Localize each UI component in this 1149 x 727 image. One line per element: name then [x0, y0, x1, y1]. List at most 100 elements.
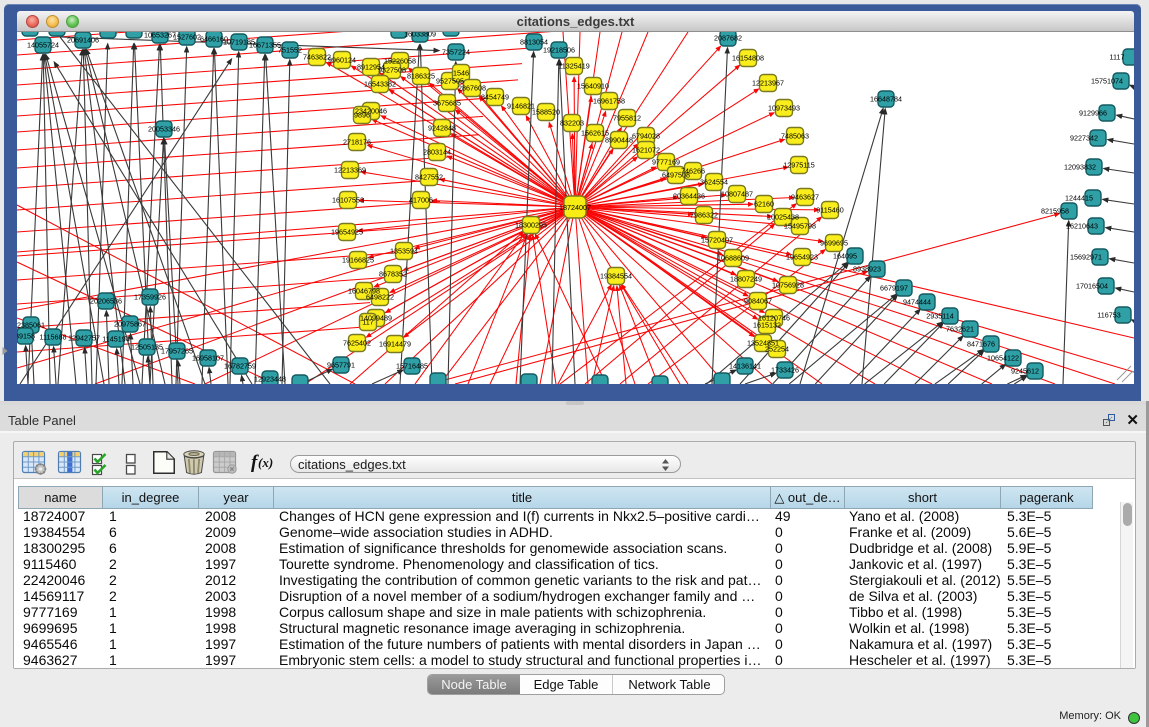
svg-text:1115688: 1115688	[40, 333, 67, 342]
svg-text:7632621: 7632621	[946, 325, 974, 334]
svg-text:15751074: 15751074	[1091, 77, 1123, 86]
svg-text:17016504: 17016504	[1076, 282, 1108, 291]
svg-text:9960124: 9960124	[328, 56, 356, 65]
svg-text:18807249: 18807249	[730, 275, 762, 284]
svg-text:20206536: 20206536	[90, 297, 122, 306]
svg-text:10807487: 10807487	[721, 190, 753, 199]
svg-text:16154808: 16154808	[732, 54, 764, 63]
svg-text:12093832: 12093832	[1064, 163, 1096, 172]
svg-text:8471676: 8471676	[967, 340, 995, 349]
svg-text:16671355: 16671355	[249, 41, 281, 50]
svg-text:62160: 62160	[754, 200, 774, 209]
svg-text:20691406: 20691406	[67, 36, 99, 45]
svg-text:3624554: 3624554	[700, 178, 728, 187]
svg-text:15226058: 15226058	[384, 57, 416, 66]
svg-text:20975867: 20975867	[114, 320, 146, 329]
svg-text:116753: 116753	[1097, 311, 1120, 320]
svg-text:9084067: 9084067	[744, 297, 772, 306]
svg-text:164095: 164095	[833, 252, 857, 261]
svg-text:14136141: 14136141	[729, 362, 761, 371]
svg-text:10654122: 10654122	[987, 354, 1019, 363]
svg-text:1244415: 1244415	[1065, 194, 1093, 203]
svg-text:16107553: 16107553	[332, 196, 364, 205]
svg-text:9245612: 9245612	[1011, 367, 1039, 376]
svg-text:16648784: 16648784	[870, 95, 902, 104]
svg-text:16033809: 16033809	[404, 32, 436, 39]
svg-text:10973493: 10973493	[768, 104, 800, 113]
svg-text:10688609: 10688609	[717, 254, 749, 263]
svg-text:751552: 751552	[278, 46, 302, 55]
svg-text:8990448: 8990448	[605, 136, 633, 145]
svg-text:1527602: 1527602	[173, 33, 201, 42]
svg-text:7485063: 7485063	[781, 132, 809, 141]
svg-text:2935114: 2935114	[926, 312, 953, 321]
svg-text:10653267: 10653267	[144, 32, 176, 40]
svg-text:2867608: 2867608	[458, 84, 486, 93]
svg-text:19654923: 19654923	[786, 253, 818, 262]
svg-text:9657791: 9657791	[327, 361, 355, 370]
svg-text:1145194: 1145194	[102, 335, 129, 344]
svg-text:2087682: 2087682	[714, 34, 742, 43]
svg-text:9227342: 9227342	[1070, 134, 1098, 143]
svg-text:9699695: 9699695	[820, 239, 848, 248]
svg-text:10756928: 10756928	[772, 281, 804, 290]
svg-text:16914479: 16914479	[379, 340, 411, 349]
svg-text:6794028: 6794028	[632, 132, 660, 141]
svg-text:16543382: 16543382	[364, 80, 396, 89]
svg-text:15720407: 15720407	[701, 236, 733, 245]
svg-text:252254: 252254	[765, 345, 789, 354]
svg-text:9146821: 9146821	[507, 102, 535, 111]
svg-text:10025438: 10025438	[767, 213, 799, 222]
svg-text:12975115: 12975115	[783, 161, 814, 170]
svg-text:15640910: 15640910	[577, 82, 609, 91]
svg-text:6498222: 6498222	[366, 293, 394, 302]
svg-text:1353594: 1353594	[390, 247, 418, 256]
svg-text:746266: 746266	[681, 167, 705, 176]
svg-text:12942757: 12942757	[68, 334, 100, 343]
svg-text:3675685: 3675685	[433, 99, 461, 108]
svg-text:832203: 832203	[560, 119, 584, 128]
svg-text:12213967: 12213967	[752, 79, 784, 88]
svg-text:11325419: 11325419	[558, 62, 589, 71]
svg-text:15716485: 15716485	[396, 362, 428, 371]
svg-text:16210643: 16210643	[1066, 222, 1098, 231]
svg-text:9242848: 9242848	[428, 124, 456, 133]
svg-text:20053346: 20053346	[148, 125, 180, 134]
svg-text:19654925: 19654925	[331, 228, 363, 237]
svg-text:18300295: 18300295	[515, 221, 547, 230]
svg-text:9115460: 9115460	[816, 206, 843, 215]
svg-text:20364436: 20364436	[673, 192, 705, 201]
svg-text:9327508: 9327508	[378, 66, 406, 75]
svg-text:(x): (x)	[258, 455, 273, 470]
svg-text:7357224: 7357224	[442, 48, 470, 57]
svg-text:1588520: 1588520	[532, 108, 560, 117]
svg-text:6679197: 6679197	[880, 284, 908, 293]
svg-text:2803144: 2803144	[423, 148, 451, 157]
svg-text:15495798: 15495798	[784, 222, 816, 231]
svg-text:1117: 1117	[1110, 53, 1125, 62]
svg-text:8454749: 8454749	[481, 93, 509, 102]
svg-text:1546: 1546	[453, 69, 469, 78]
svg-text:7463822: 7463822	[303, 53, 331, 62]
svg-text:1733426: 1733426	[771, 366, 799, 375]
svg-text:1621072: 1621072	[632, 146, 660, 155]
svg-text:417006: 417006	[409, 196, 433, 205]
svg-text:8678352: 8678352	[379, 270, 407, 279]
svg-text:2385061: 2385061	[17, 321, 45, 330]
svg-text:19384554: 19384554	[600, 272, 632, 281]
svg-text:9896: 9896	[354, 111, 370, 120]
svg-text:7986322: 7986322	[690, 211, 718, 220]
svg-text:39158: 39158	[17, 332, 35, 341]
svg-text:7625402: 7625402	[343, 339, 371, 348]
svg-text:16961758: 16961758	[593, 97, 625, 106]
svg-text:1615132: 1615132	[753, 321, 781, 330]
svg-text:17957265: 17957265	[161, 347, 193, 356]
svg-text:16782759: 16782759	[224, 362, 256, 371]
svg-text:19166825: 19166825	[342, 256, 374, 265]
svg-text:19218506: 19218506	[543, 46, 575, 55]
svg-text:14055724: 14055724	[27, 41, 59, 50]
svg-text:9474444: 9474444	[903, 298, 931, 307]
svg-text:9129966: 9129966	[1079, 109, 1107, 118]
svg-text:12505135: 12505135	[131, 343, 163, 352]
svg-text:12923448: 12923448	[254, 375, 286, 384]
